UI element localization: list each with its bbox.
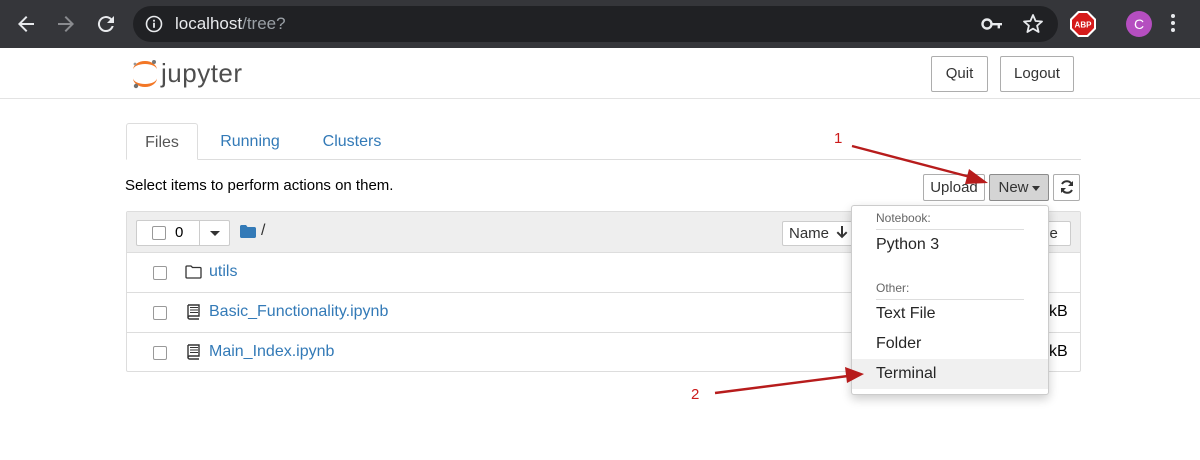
caret-down-icon: [1031, 185, 1040, 191]
row-checkbox[interactable]: [153, 346, 167, 360]
jupyter-logo-icon: [133, 60, 157, 89]
menu-item-text-file[interactable]: Text File: [852, 299, 1048, 329]
arrow-down-icon: [836, 226, 848, 239]
annotation-number-1: 1: [834, 130, 843, 147]
url-path: /tree?: [242, 14, 286, 33]
address-bar[interactable]: localhost/tree?: [133, 6, 1058, 42]
menu-item-terminal[interactable]: Terminal: [852, 359, 1048, 389]
forward-arrow-icon[interactable]: [54, 12, 78, 36]
back-arrow-icon[interactable]: [14, 12, 38, 36]
menu-item-folder[interactable]: Folder: [852, 329, 1048, 359]
tab-files[interactable]: Files: [126, 123, 198, 160]
file-name[interactable]: Main_Index.ipynb: [209, 343, 334, 361]
url-host: localhost: [175, 14, 243, 33]
adblock-label: ABP: [1075, 21, 1093, 30]
annotation-arrow-2: [714, 374, 849, 395]
more-menu-icon[interactable]: [1170, 14, 1176, 34]
menu-header-notebook: Notebook:: [876, 211, 931, 225]
select-all-group[interactable]: 0: [136, 220, 230, 246]
annotation-number-2: 2: [691, 386, 700, 403]
url-text[interactable]: localhost/tree?: [175, 14, 286, 34]
avatar[interactable]: C: [1126, 11, 1152, 37]
refresh-icon: [1060, 180, 1073, 194]
reload-icon[interactable]: [94, 12, 118, 36]
folder-icon: [240, 225, 256, 238]
file-name[interactable]: Basic_Functionality.ipynb: [209, 303, 388, 321]
tab-running[interactable]: Running: [198, 123, 302, 160]
refresh-button[interactable]: [1053, 174, 1080, 201]
star-icon[interactable]: [1021, 12, 1045, 36]
file-size: kB: [1049, 303, 1068, 320]
tab-clusters[interactable]: Clusters: [302, 123, 402, 160]
file-size: kB: [1049, 343, 1068, 360]
menu-header-other: Other:: [876, 281, 910, 295]
jupyter-header: jupyter Quit Logout: [0, 48, 1200, 99]
info-icon[interactable]: [145, 15, 163, 33]
key-icon[interactable]: [980, 13, 1004, 35]
sort-by-name-button[interactable]: Name: [782, 221, 855, 246]
notebook-icon: [187, 304, 200, 320]
menu-item-python3[interactable]: Python 3: [852, 230, 1048, 260]
select-all-checkbox[interactable]: [152, 226, 166, 240]
instruction-text: Select items to perform actions on them.: [125, 177, 394, 194]
upload-button[interactable]: Upload: [923, 174, 985, 201]
file-name[interactable]: utils: [209, 263, 237, 281]
quit-button[interactable]: Quit: [931, 56, 988, 92]
new-dropdown-menu: Notebook: Python 3 Other: Text File Fold…: [851, 205, 1049, 395]
browser-toolbar: localhost/tree? ABP C: [0, 0, 1200, 48]
row-checkbox[interactable]: [153, 306, 167, 320]
adblock-icon[interactable]: ABP: [1069, 10, 1097, 38]
notebook-icon: [187, 344, 200, 360]
jupyter-logo[interactable]: jupyter: [130, 56, 280, 92]
selected-count: 0: [175, 224, 184, 241]
breadcrumb[interactable]: /: [261, 222, 265, 240]
new-button[interactable]: New: [989, 174, 1049, 201]
select-dropdown-button[interactable]: [199, 220, 230, 246]
folder-outline-icon: [185, 265, 202, 279]
caret-down-icon: [210, 231, 220, 236]
logout-button[interactable]: Logout: [1000, 56, 1074, 92]
row-checkbox[interactable]: [153, 266, 167, 280]
new-button-label: New: [998, 179, 1029, 196]
logo-text: jupyter: [161, 58, 243, 88]
sort-name-label: Name: [789, 225, 830, 242]
